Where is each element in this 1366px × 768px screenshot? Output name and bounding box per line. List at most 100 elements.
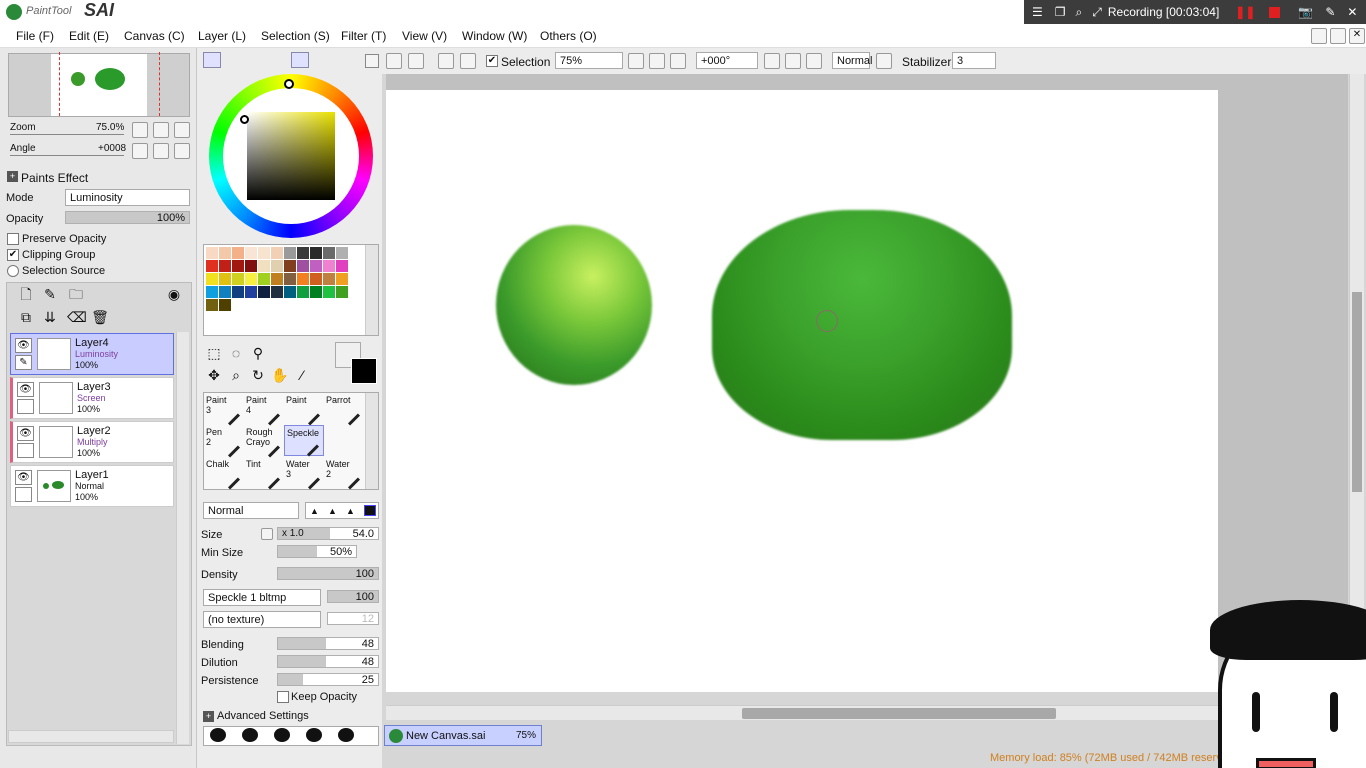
persistence-slider[interactable]: 25 xyxy=(277,673,379,686)
color-swatch[interactable] xyxy=(245,286,257,298)
toolbar-rotate-right[interactable] xyxy=(785,53,801,69)
layer-row[interactable]: 👁 ✎ Layer4 Luminosity 100% xyxy=(10,333,174,375)
color-wheel[interactable] xyxy=(209,74,373,238)
menu-selection[interactable]: Selection (S) xyxy=(261,29,330,43)
toolbar-rotate-left[interactable] xyxy=(764,53,780,69)
copy-layer-icon[interactable]: ⧉ xyxy=(17,308,35,326)
pen-icon[interactable]: ✎ xyxy=(1325,5,1335,19)
color-swatch[interactable] xyxy=(323,260,335,272)
toolbar-zoom-reset[interactable] xyxy=(670,53,686,69)
color-swatch[interactable] xyxy=(219,273,231,285)
brush-slot[interactable]: Paint 4 xyxy=(244,393,284,426)
color-swatch[interactable] xyxy=(336,247,348,259)
restore-button[interactable] xyxy=(1330,28,1346,44)
magic-wand-icon[interactable]: ⚲ xyxy=(249,344,267,362)
camera-icon[interactable]: 📷 xyxy=(1298,5,1313,19)
color-swatch[interactable] xyxy=(323,273,335,285)
toolbar-rotate-reset[interactable] xyxy=(806,53,822,69)
primary-color[interactable] xyxy=(351,358,377,384)
color-swatch[interactable] xyxy=(336,260,348,272)
eyedropper-icon[interactable]: ⁄ xyxy=(293,366,311,384)
color-swatch[interactable] xyxy=(206,299,218,311)
scratchpad-tab[interactable] xyxy=(315,52,333,68)
brush-blend-select[interactable]: Normal xyxy=(203,502,299,519)
eye-icon[interactable]: 👁 xyxy=(17,382,34,397)
undo-button[interactable] xyxy=(386,53,402,69)
menu-file[interactable]: File (F) xyxy=(16,29,54,43)
color-swatch[interactable] xyxy=(219,286,231,298)
menu-filter[interactable]: Filter (T) xyxy=(341,29,386,43)
brush-slot[interactable]: Tint xyxy=(244,457,284,490)
shape-soft-icon[interactable]: ▲ xyxy=(328,506,337,516)
flip-button[interactable] xyxy=(876,53,892,69)
brush-slot[interactable]: Chalk xyxy=(204,457,244,490)
shape-strength-slider[interactable]: 100 xyxy=(327,590,379,603)
new-folder-icon[interactable]: 🗀 xyxy=(67,285,85,303)
color-swatch[interactable] xyxy=(232,260,244,272)
window-icon[interactable]: ❐ xyxy=(1055,5,1066,19)
zoom-select[interactable]: 75% xyxy=(555,52,623,69)
selection-source-radio[interactable] xyxy=(7,265,19,277)
rotate-left-button[interactable] xyxy=(132,143,148,159)
new-linework-icon[interactable]: ✎ xyxy=(41,285,59,303)
menu-layer[interactable]: Layer (L) xyxy=(198,29,246,43)
zoom-in-button[interactable] xyxy=(153,122,169,138)
layer-hscrollbar[interactable] xyxy=(8,730,174,743)
color-swatch[interactable] xyxy=(284,260,296,272)
preset-dot[interactable] xyxy=(338,728,354,742)
menu-icon[interactable]: ☰ xyxy=(1032,5,1043,19)
brush-slot[interactable]: Water 2 xyxy=(324,457,364,490)
expand-icon[interactable]: + xyxy=(7,171,18,182)
selection-checkbox[interactable]: ✔ xyxy=(486,55,498,67)
deselect-button[interactable] xyxy=(438,53,454,69)
toolbar-zoom-in[interactable] xyxy=(649,53,665,69)
color-swatch[interactable] xyxy=(284,247,296,259)
advanced-expand-icon[interactable]: + xyxy=(203,711,214,722)
brush-slot[interactable]: Paint 3 xyxy=(204,393,244,426)
invert-selection-button[interactable] xyxy=(460,53,476,69)
color-swatch[interactable] xyxy=(271,273,283,285)
color-swatch[interactable] xyxy=(219,260,231,272)
color-swatch[interactable] xyxy=(310,260,322,272)
fullscreen-icon[interactable]: ⤢ xyxy=(1092,5,1102,20)
angle-slider[interactable] xyxy=(10,155,124,156)
color-swatch[interactable] xyxy=(310,247,322,259)
brush-shape-selector[interactable]: ▲ ▲ ▲ xyxy=(305,502,379,519)
color-swatch[interactable] xyxy=(310,273,322,285)
color-swatch[interactable] xyxy=(323,286,335,298)
move-icon[interactable]: ✥ xyxy=(205,366,223,384)
merge-down-icon[interactable]: ⇊ xyxy=(41,308,59,326)
size-slider[interactable]: x 1.0 54.0 xyxy=(277,527,379,540)
color-swatch[interactable] xyxy=(323,247,335,259)
mask-icon[interactable]: ◉ xyxy=(165,285,183,303)
sv-handle[interactable] xyxy=(240,115,249,124)
color-swatch[interactable] xyxy=(284,273,296,285)
canvas-paper[interactable] xyxy=(386,90,1218,692)
sv-square[interactable] xyxy=(247,112,335,200)
edit-lock-icon[interactable] xyxy=(17,399,34,414)
hand-icon[interactable]: ✋ xyxy=(271,366,289,384)
menu-view[interactable]: View (V) xyxy=(402,29,447,43)
preset-dot[interactable] xyxy=(274,728,290,742)
layer-row[interactable]: 👁 Layer3 Screen 100% xyxy=(10,377,174,419)
panel-menu-button[interactable] xyxy=(365,54,379,68)
color-swatch[interactable] xyxy=(271,247,283,259)
density-slider[interactable]: 100 xyxy=(277,567,379,580)
toolbar-zoom-out[interactable] xyxy=(628,53,644,69)
color-swatch[interactable] xyxy=(258,273,270,285)
color-wheel-tab[interactable] xyxy=(203,52,221,68)
redo-button[interactable] xyxy=(408,53,424,69)
clear-layer-icon[interactable]: ⌫ xyxy=(67,308,87,326)
size-mult-dropdown[interactable] xyxy=(261,528,273,540)
delete-layer-icon[interactable]: 🗑 xyxy=(91,308,109,326)
stop-button[interactable] xyxy=(1269,6,1281,18)
zoom-out-button[interactable] xyxy=(132,122,148,138)
brush-shape-select[interactable]: Speckle 1 bltmp xyxy=(203,589,321,606)
dilution-slider[interactable]: 48 xyxy=(277,655,379,668)
brush-slot[interactable]: Parrot xyxy=(324,393,364,426)
menu-canvas[interactable]: Canvas (C) xyxy=(124,29,185,43)
rotate-reset-button[interactable] xyxy=(174,143,190,159)
color-swatch[interactable] xyxy=(271,260,283,272)
preserve-opacity-checkbox[interactable] xyxy=(7,233,19,245)
color-swatch[interactable] xyxy=(310,286,322,298)
